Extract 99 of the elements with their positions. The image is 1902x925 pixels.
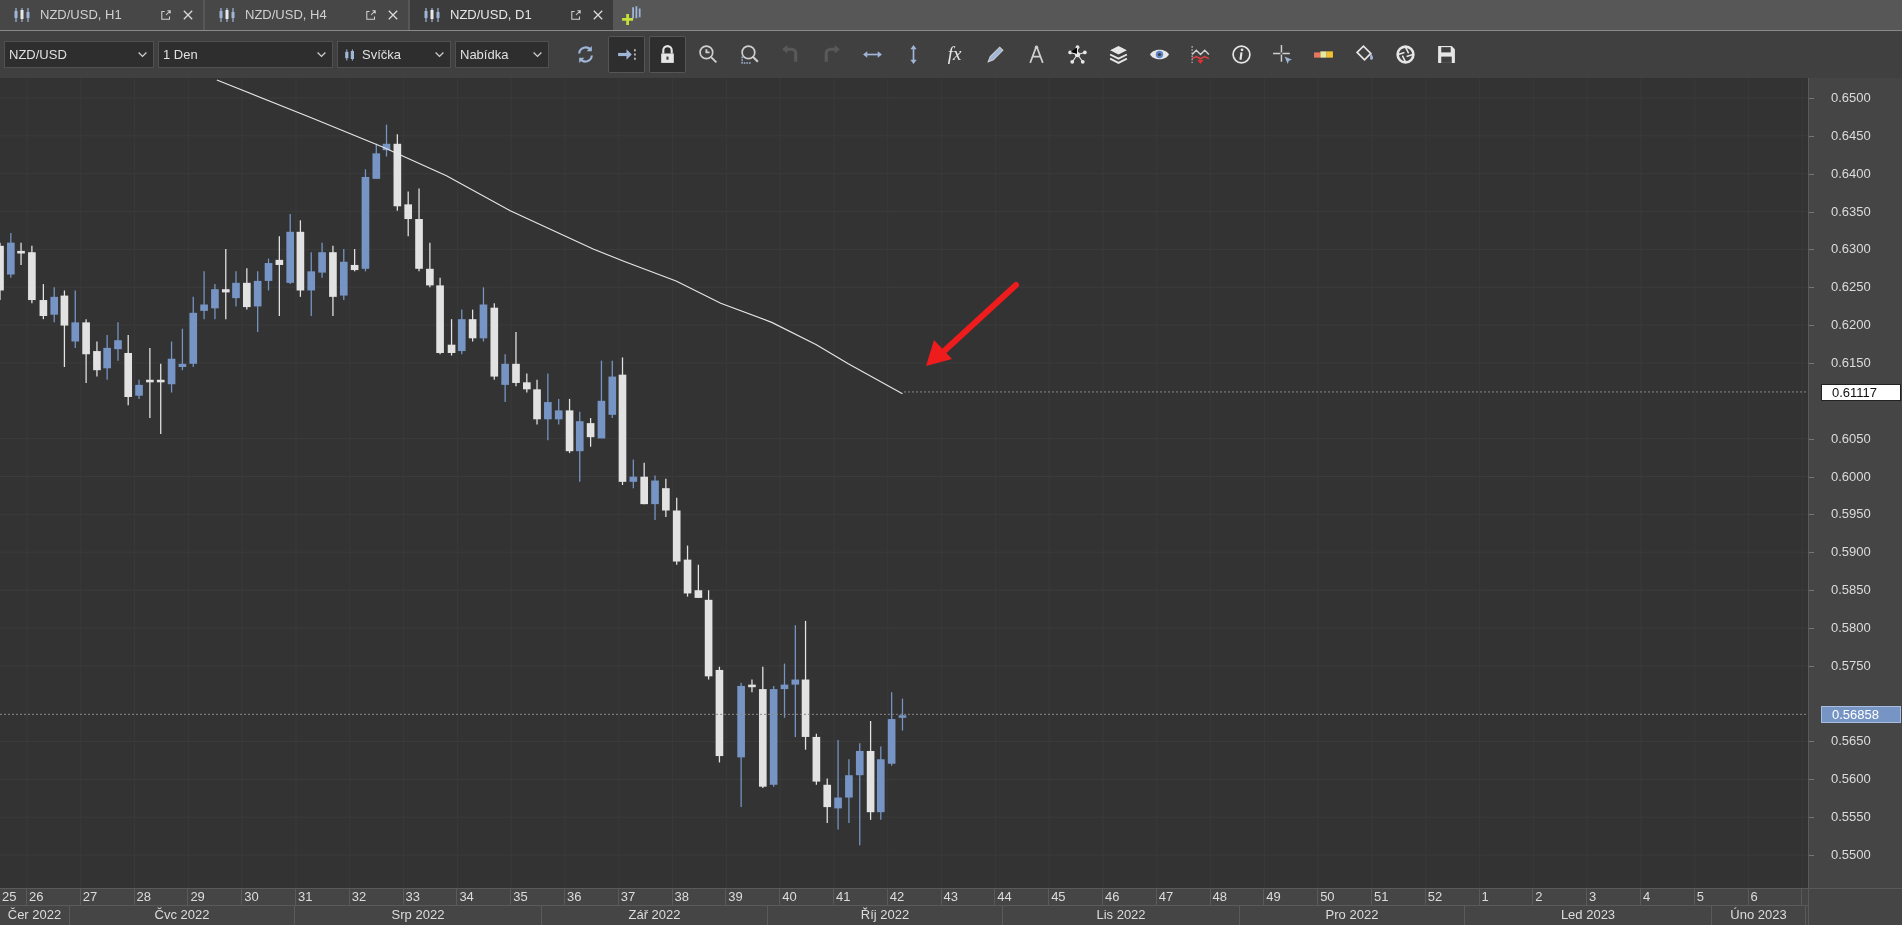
week-label: 29 [188,889,243,905]
week-label: 32 [349,889,404,905]
price-label: 0.6400 [1831,165,1871,182]
info-icon [1231,44,1252,65]
add-chart-icon[interactable] [621,4,643,26]
week-label: 34 [457,889,512,905]
popout-icon[interactable] [364,8,378,22]
month-label: Čvc 2022 [70,906,295,925]
month-label: Pro 2022 [1240,906,1465,925]
indicator-chart-icon [1190,44,1211,65]
week-label: 6 [1748,889,1803,905]
week-label: 3 [1587,889,1641,905]
price-label: 0.6500 [1831,90,1871,106]
week-label: 28 [134,889,189,905]
tab-label: NZD/USD, D1 [450,6,533,25]
candle-chart-icon [422,5,442,25]
dropdown[interactable]: Nabídka [455,41,549,68]
month-label: Říj 2022 [768,906,1003,925]
week-label: 35 [511,889,565,905]
aperture-icon [1395,44,1416,65]
dropdown[interactable]: NZD/USD [4,41,154,68]
candle-chart-icon [217,5,237,25]
chart-tab[interactable]: NZD/USD, H1 [0,0,203,30]
week-label: 38 [672,889,727,905]
toolbar-button[interactable] [608,36,645,73]
candle-chart-icon [12,5,32,25]
price-label: 0.5800 [1831,619,1871,636]
week-label: 52 [1425,889,1480,905]
dropdown[interactable]: Svíčka [337,41,451,68]
popout-icon[interactable] [159,8,173,22]
price-label: 0.6450 [1831,127,1871,144]
compass-icon [1026,44,1047,65]
week-label: 26 [27,889,81,905]
month-label: Čer 2022 [0,906,70,925]
toolbar-button[interactable] [649,36,686,73]
price-label: 0.6050 [1831,430,1871,447]
chart-tab[interactable]: NZD/USD, D1 [410,0,613,30]
week-label: 48 [1210,889,1265,905]
tab-label: NZD/USD, H1 [40,6,123,25]
week-label: 50 [1318,889,1372,905]
week-label: 46 [1102,889,1157,905]
clock-magnifier-icon [698,44,719,65]
close-icon[interactable] [386,8,400,22]
week-label: 49 [1264,889,1319,905]
month-label: Úno 2023 [1712,906,1806,925]
popout-icon[interactable] [569,8,583,22]
week-label: 5 [1694,889,1749,905]
layers-icon [1108,44,1129,65]
sync-icon [575,44,596,65]
pencil-icon [985,44,1006,65]
price-label: 0.5650 [1831,733,1871,750]
price-label: 0.6300 [1831,241,1871,258]
close-icon[interactable] [181,8,195,22]
price-label: 0.5600 [1831,771,1871,788]
week-label: 33 [403,889,458,905]
save-icon [1436,44,1457,65]
nodes-icon [1067,44,1088,65]
week-label: 41 [833,889,888,905]
month-label: Srp 2022 [295,906,542,925]
week-label: 39 [726,889,781,905]
price-label: 0.5900 [1831,544,1871,561]
price-label: 0.5500 [1831,847,1871,863]
close-icon[interactable] [591,8,605,22]
week-label: 2 [1533,889,1588,905]
week-label: 43 [941,889,996,905]
week-label: 27 [80,889,135,905]
week-label: 47 [1156,889,1211,905]
month-label: Lis 2022 [1003,906,1240,925]
price-label: 0.5950 [1831,506,1871,523]
week-label: 42 [887,889,942,905]
chart-tab[interactable]: NZD/USD, H4 [205,0,408,30]
tab-label: NZD/USD, H4 [245,6,328,25]
price-label: 0.6250 [1831,279,1871,296]
price-label: 0.5850 [1831,582,1871,599]
week-label: 31 [296,889,350,905]
price-label: 0.6350 [1831,203,1871,220]
week-label: 37 [618,889,673,905]
week-label: 4 [1640,889,1695,905]
week-label: 44 [995,889,1050,905]
week-label: 25 [0,889,27,905]
price-label: 0.5750 [1831,657,1871,674]
price-marker: 0.56858 [1821,706,1901,724]
week-label: 40 [780,889,834,905]
price-marker: 0.61117 [1821,383,1901,401]
week-label: 45 [1049,889,1103,905]
month-label: Led 2023 [1465,906,1712,925]
price-label: 0.6200 [1831,317,1871,334]
week-label: 30 [242,889,296,905]
price-label: 0.6000 [1831,468,1871,485]
week-label: 1 [1479,889,1534,905]
price-label: 0.6150 [1831,354,1871,371]
fx-button[interactable]: fx [936,36,973,73]
dropdown[interactable]: 1 Den [158,41,333,68]
magnifier-icon [739,44,760,65]
crosshair-icon [1272,44,1293,65]
month-label: Zář 2022 [542,906,768,925]
week-label: 51 [1371,889,1426,905]
week-label: 36 [564,889,619,905]
price-label: 0.5550 [1831,809,1871,826]
